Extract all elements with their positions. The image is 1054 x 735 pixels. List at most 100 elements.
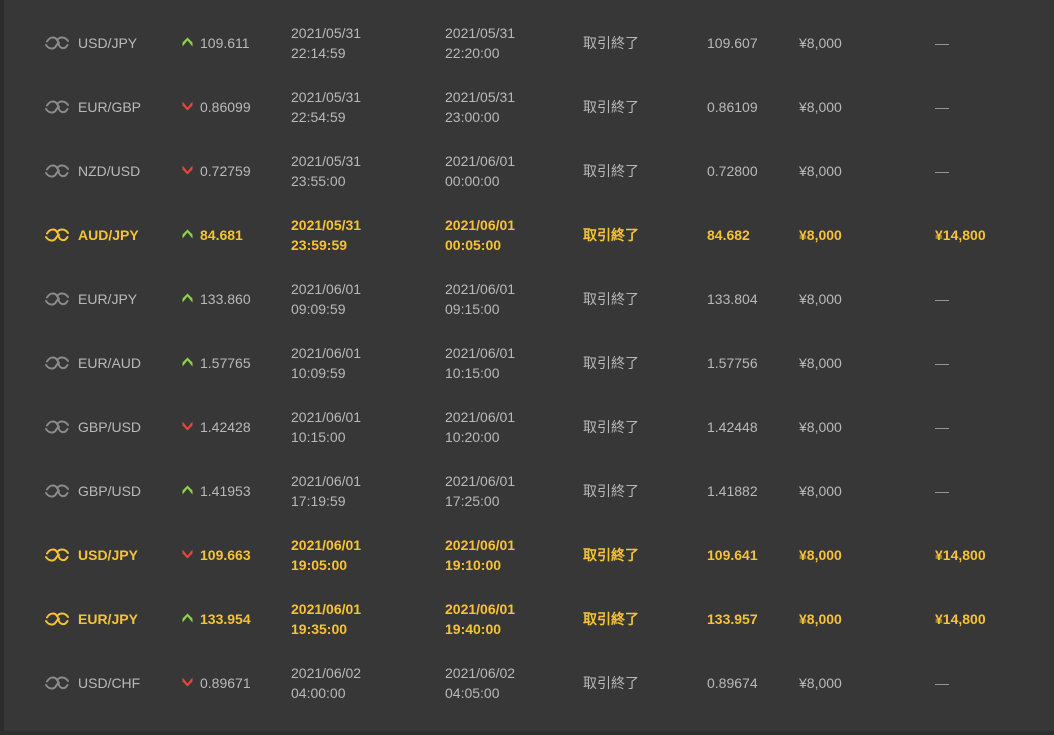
start-date: 2021/06/01 — [291, 281, 362, 297]
end-time: 00:00:00 — [445, 173, 500, 189]
panel-bottom-border — [0, 731, 1054, 735]
trade-row[interactable]: GBP/USD 1.42428 2021/06/01 10:15:00 2021… — [0, 395, 1054, 459]
close-rate-value: 109.641 — [707, 547, 758, 563]
amount-cell: ¥8,000 — [799, 459, 842, 523]
currency-pair-cell: NZD/USD — [44, 139, 140, 203]
payout-cell: — — [935, 331, 949, 395]
amount-value: ¥8,000 — [799, 163, 842, 179]
currency-pair-cell: GBP/USD — [44, 459, 141, 523]
status-cell: 取引終了 — [583, 523, 639, 587]
status-label: 取引終了 — [583, 547, 639, 563]
start-time-cell: 2021/05/31 23:55:00 — [291, 139, 361, 203]
trade-row[interactable]: EUR/JPY 133.954 2021/06/01 19:35:00 2021… — [0, 587, 1054, 651]
entry-rate-cell: 0.89671 — [182, 651, 251, 715]
status-label: 取引終了 — [583, 35, 639, 51]
trade-row[interactable]: EUR/GBP 0.86099 2021/05/31 22:54:59 2021… — [0, 75, 1054, 139]
entry-rate-value: 1.57765 — [200, 355, 251, 371]
status-label: 取引終了 — [583, 611, 639, 627]
entry-rate-value: 1.41953 — [200, 483, 251, 499]
close-rate-cell: 133.957 — [707, 587, 758, 651]
trade-row[interactable]: USD/JPY 109.611 2021/05/31 22:14:59 2021… — [0, 11, 1054, 75]
entry-rate-cell: 0.86099 — [182, 75, 251, 139]
end-date: 2021/06/01 — [445, 281, 516, 297]
end-time-cell: 2021/06/01 00:00:00 — [445, 139, 515, 203]
end-time-cell: 2021/06/01 17:25:00 — [445, 459, 515, 523]
down-arrow-icon — [182, 549, 193, 559]
start-time-cell: 2021/05/31 23:59:59 — [291, 203, 361, 267]
end-time: 22:20:00 — [445, 45, 500, 61]
currency-pair-label: AUD/JPY — [78, 227, 139, 243]
start-date: 2021/06/01 — [291, 409, 362, 425]
start-time: 23:55:00 — [291, 173, 346, 189]
payout-value: — — [935, 163, 949, 179]
payout-value: — — [935, 483, 949, 499]
end-time: 19:10:00 — [445, 557, 502, 573]
end-date: 2021/05/31 — [445, 25, 516, 41]
end-date: 2021/06/01 — [445, 217, 516, 233]
currency-pair-cell: AUD/JPY — [44, 203, 139, 267]
start-date: 2021/06/01 — [291, 473, 362, 489]
amount-cell: ¥8,000 — [799, 139, 842, 203]
exchange-arrows-icon — [44, 98, 70, 116]
currency-pair-cell: EUR/JPY — [44, 587, 138, 651]
payout-cell: — — [935, 395, 949, 459]
status-label: 取引終了 — [583, 163, 639, 179]
close-rate-cell: 1.57756 — [707, 331, 758, 395]
amount-cell: ¥8,000 — [799, 587, 842, 651]
currency-pair-label: EUR/AUD — [78, 355, 142, 371]
entry-rate-value: 0.86099 — [200, 99, 251, 115]
currency-pair-cell: GBP/USD — [44, 395, 141, 459]
status-label: 取引終了 — [583, 355, 639, 371]
start-time-cell: 2021/06/01 10:09:59 — [291, 331, 361, 395]
trade-row[interactable]: AUD/JPY 84.681 2021/05/31 23:59:59 2021/… — [0, 203, 1054, 267]
trade-row[interactable]: USD/JPY 109.663 2021/06/01 19:05:00 2021… — [0, 523, 1054, 587]
payout-cell: — — [935, 459, 949, 523]
exchange-arrows-icon — [44, 610, 70, 628]
end-time-cell: 2021/06/01 09:15:00 — [445, 267, 515, 331]
amount-cell: ¥8,000 — [799, 395, 842, 459]
payout-cell: ¥14,800 — [935, 203, 986, 267]
exchange-arrows-icon — [44, 674, 70, 692]
start-time-cell: 2021/06/01 17:19:59 — [291, 459, 361, 523]
amount-value: ¥8,000 — [799, 227, 842, 243]
status-label: 取引終了 — [583, 291, 639, 307]
status-cell: 取引終了 — [583, 395, 639, 459]
down-arrow-icon — [182, 677, 193, 687]
currency-pair-label: NZD/USD — [78, 163, 141, 179]
entry-rate-cell: 109.611 — [182, 11, 250, 75]
status-label: 取引終了 — [583, 227, 639, 243]
exchange-arrows-icon — [44, 418, 70, 436]
exchange-arrows-icon — [44, 482, 70, 500]
end-date: 2021/06/01 — [445, 537, 516, 553]
currency-pair-cell: EUR/AUD — [44, 331, 141, 395]
payout-value: — — [935, 419, 949, 435]
close-rate-value: 84.682 — [707, 227, 750, 243]
amount-cell: ¥8,000 — [799, 523, 842, 587]
start-time: 19:35:00 — [291, 621, 348, 637]
start-time: 10:09:59 — [291, 365, 346, 381]
status-cell: 取引終了 — [583, 331, 639, 395]
trade-row[interactable]: EUR/JPY 133.860 2021/06/01 09:09:59 2021… — [0, 267, 1054, 331]
currency-pair-cell: EUR/GBP — [44, 75, 141, 139]
status-cell: 取引終了 — [583, 459, 639, 523]
entry-rate-cell: 109.663 — [182, 523, 251, 587]
entry-rate-cell: 84.681 — [182, 203, 243, 267]
entry-rate-cell: 133.860 — [182, 267, 251, 331]
status-label: 取引終了 — [583, 483, 639, 499]
payout-value: — — [935, 99, 949, 115]
end-time-cell: 2021/05/31 23:00:00 — [445, 75, 515, 139]
trade-row[interactable]: NZD/USD 0.72759 2021/05/31 23:55:00 2021… — [0, 139, 1054, 203]
trade-row[interactable]: USD/CHF 0.89671 2021/06/02 04:00:00 2021… — [0, 651, 1054, 715]
end-time: 00:05:00 — [445, 237, 502, 253]
payout-value: — — [935, 291, 949, 307]
exchange-arrows-icon — [44, 546, 70, 564]
payout-cell: — — [935, 139, 949, 203]
trade-row[interactable]: GBP/USD 1.41953 2021/06/01 17:19:59 2021… — [0, 459, 1054, 523]
start-time-cell: 2021/06/01 09:09:59 — [291, 267, 361, 331]
currency-pair-cell: USD/JPY — [44, 523, 138, 587]
entry-rate-value: 0.89671 — [200, 675, 251, 691]
payout-cell: — — [935, 75, 949, 139]
close-rate-cell: 109.641 — [707, 523, 758, 587]
trade-row[interactable]: EUR/AUD 1.57765 2021/06/01 10:09:59 2021… — [0, 331, 1054, 395]
end-time: 04:05:00 — [445, 685, 500, 701]
